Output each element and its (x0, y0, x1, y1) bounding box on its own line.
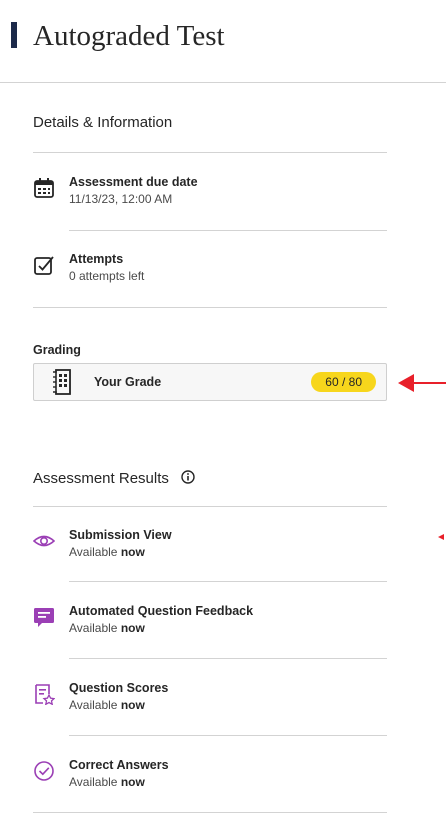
feedback-icon (33, 606, 55, 628)
divider (69, 230, 387, 231)
eye-icon (33, 530, 55, 552)
title-divider (0, 82, 446, 83)
submission-view-title: Submission View (69, 528, 172, 542)
correct-answers-item[interactable]: Correct Answers Available now (33, 758, 333, 800)
question-scores-item[interactable]: Question Scores Available now (33, 681, 333, 723)
divider (33, 152, 387, 153)
due-date-title: Assessment due date (69, 175, 198, 189)
due-date-item: Assessment due date 11/13/23, 12:00 AM (33, 175, 333, 217)
annotation-arrow-head (398, 374, 414, 392)
details-heading: Details & Information (33, 114, 173, 131)
divider (69, 735, 387, 736)
attempts-value: 0 attempts left (69, 269, 145, 283)
results-heading-text: Assessment Results (33, 470, 169, 487)
divider (33, 812, 387, 813)
divider (69, 658, 387, 659)
grade-score-badge: 60 / 80 (311, 372, 376, 392)
info-icon[interactable] (181, 470, 195, 488)
due-date-value: 11/13/23, 12:00 AM (69, 192, 173, 206)
submission-view-status: Available now (69, 545, 145, 559)
page-title: Autograded Test (33, 20, 225, 52)
question-scores-title: Question Scores (69, 681, 169, 695)
attempts-item: Attempts 0 attempts left (33, 252, 333, 294)
checkbox-icon (33, 254, 55, 276)
annotation-arrow-small (438, 534, 444, 540)
automated-feedback-title: Automated Question Feedback (69, 604, 254, 618)
question-scores-icon (33, 683, 55, 705)
grading-label: Grading (33, 343, 81, 357)
grade-book-icon (50, 368, 76, 396)
automated-feedback-item[interactable]: Automated Question Feedback Available no… (33, 604, 333, 646)
correct-answers-status: Available now (69, 775, 145, 789)
submission-view-item[interactable]: Submission View Available now (33, 528, 333, 570)
check-circle-icon (33, 760, 55, 782)
divider (69, 581, 387, 582)
your-grade-label: Your Grade (94, 375, 162, 389)
divider (33, 506, 387, 507)
annotation-arrow-line (414, 382, 446, 384)
attempts-title: Attempts (69, 252, 124, 266)
results-heading: Assessment Results (33, 470, 195, 488)
divider (33, 307, 387, 308)
automated-feedback-status: Available now (69, 621, 145, 635)
correct-answers-title: Correct Answers (69, 758, 169, 772)
grade-card[interactable]: Your Grade 60 / 80 (33, 363, 387, 401)
question-scores-status: Available now (69, 698, 145, 712)
calendar-icon (33, 177, 55, 199)
title-accent-bar (11, 22, 17, 48)
